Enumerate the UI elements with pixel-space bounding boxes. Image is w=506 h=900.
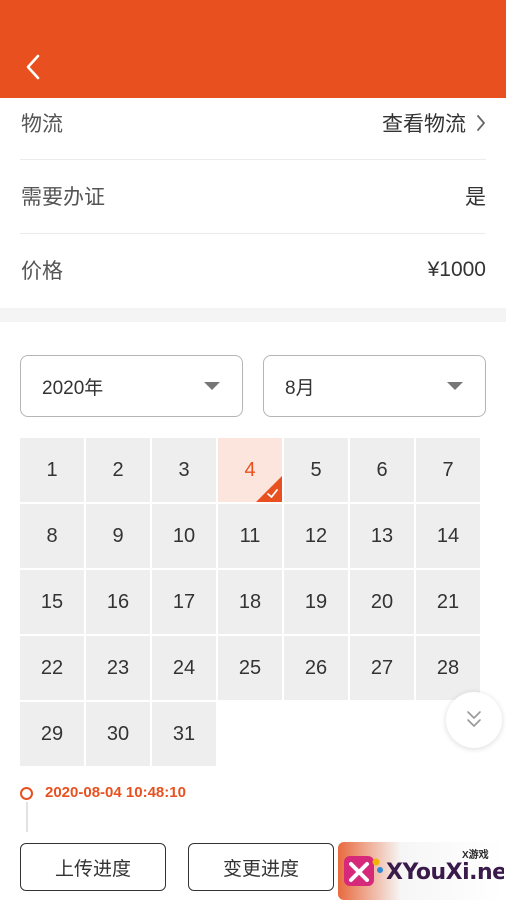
calendar-day[interactable]: 17	[152, 570, 216, 634]
calendar-day-number: 17	[172, 590, 196, 613]
year-select-value: 2020年	[42, 377, 104, 399]
calendar-day[interactable]: 7	[416, 438, 480, 502]
check-corner-icon	[256, 476, 282, 502]
month-select-value: 8月	[285, 377, 315, 399]
calendar-day[interactable]: 20	[350, 570, 414, 634]
calendar-day-number: 19	[304, 590, 328, 613]
calendar-day-selected[interactable]: 4	[218, 438, 282, 502]
calendar-day[interactable]: 13	[350, 504, 414, 568]
back-button[interactable]	[18, 50, 48, 84]
calendar-day[interactable]: 15	[20, 570, 84, 634]
year-select[interactable]: 2020年	[20, 355, 243, 417]
calendar-day-number: 6	[376, 458, 388, 481]
chevron-right-icon	[476, 114, 486, 132]
calendar-day-number: 28	[436, 656, 460, 679]
upload-progress-button[interactable]: 上传进度	[20, 843, 166, 891]
calendar-day[interactable]: 21	[416, 570, 480, 634]
calendar-day[interactable]: 24	[152, 636, 216, 700]
calendar-day[interactable]: 25	[218, 636, 282, 700]
calendar-day-number: 4	[244, 458, 256, 481]
order-info-card: 物流 查看物流 需要办证 是 价格 ¥1000	[0, 98, 506, 308]
calendar-grid: 1 2 3 4 5 6 7 8 9 10 11 12 13 14 15 16 17 18 19 20 21 22 23 24 2…	[20, 438, 482, 766]
calendar-day[interactable]: 9	[86, 504, 150, 568]
calendar-day-number: 8	[46, 524, 58, 547]
logistics-row[interactable]: 物流 查看物流	[0, 86, 506, 160]
calendar-day[interactable]: 3	[152, 438, 216, 502]
expand-button[interactable]	[446, 692, 502, 748]
chevron-left-icon	[26, 54, 40, 80]
calendar-day-number: 15	[40, 590, 64, 613]
calendar-day[interactable]: 18	[218, 570, 282, 634]
calendar-day[interactable]: 23	[86, 636, 150, 700]
certificate-label: 需要办证	[21, 186, 105, 209]
price-value: ¥1000	[427, 258, 486, 281]
calendar-day[interactable]: 12	[284, 504, 348, 568]
change-progress-button[interactable]: 变更进度	[188, 843, 334, 891]
calendar-day-number: 29	[40, 722, 64, 745]
calendar-day-number: 24	[172, 656, 196, 679]
calendar-day-number: 21	[436, 590, 460, 613]
calendar-day-number: 23	[106, 656, 130, 679]
calendar-day[interactable]: 10	[152, 504, 216, 568]
calendar-day[interactable]: 27	[350, 636, 414, 700]
calendar-day-number: 18	[238, 590, 262, 613]
view-logistics-link[interactable]: 查看物流	[382, 108, 486, 138]
calendar-day-number: 30	[106, 722, 130, 745]
calendar-day-number: 25	[238, 656, 262, 679]
calendar-day-number: 16	[106, 590, 130, 613]
calendar-day[interactable]: 5	[284, 438, 348, 502]
calendar-day-number: 12	[304, 524, 328, 547]
calendar-day-number: 10	[172, 524, 196, 547]
calendar-day[interactable]: 31	[152, 702, 216, 766]
calendar-day-number: 22	[40, 656, 64, 679]
calendar-day-number: 31	[172, 722, 196, 745]
calendar-section: 2020年 8月 1 2 3 4 5 6 7 8 9 10 11 12 13 14 15 16 17 18 19 20…	[0, 322, 506, 900]
caret-down-icon	[204, 382, 220, 390]
watermark-tag: X游戏	[462, 850, 489, 861]
certificate-value: 是	[465, 186, 486, 209]
calendar-day[interactable]: 1	[20, 438, 84, 502]
price-label: 价格	[21, 260, 63, 283]
gamepad-logo-icon	[344, 856, 383, 886]
app-header	[0, 0, 506, 98]
calendar-day[interactable]: 28	[416, 636, 480, 700]
calendar-day-number: 14	[436, 524, 460, 547]
watermark-logo: X游戏 XYouXi.net	[338, 842, 504, 900]
calendar-day-number: 1	[46, 458, 58, 481]
calendar-day[interactable]: 30	[86, 702, 150, 766]
calendar-day[interactable]: 6	[350, 438, 414, 502]
view-logistics-text: 查看物流	[382, 113, 466, 136]
caret-down-icon	[447, 382, 463, 390]
calendar-day-number: 13	[370, 524, 394, 547]
calendar-day[interactable]: 8	[20, 504, 84, 568]
calendar-day[interactable]: 2	[86, 438, 150, 502]
month-select[interactable]: 8月	[263, 355, 486, 417]
timeline-timestamp: 2020-08-04 10:48:10	[45, 784, 186, 801]
calendar-day[interactable]: 26	[284, 636, 348, 700]
calendar-day-number: 27	[370, 656, 394, 679]
calendar-day-number: 5	[310, 458, 322, 481]
price-row: 价格 ¥1000	[0, 233, 506, 307]
calendar-day-number: 3	[178, 458, 190, 481]
calendar-day-number: 20	[370, 590, 394, 613]
calendar-day[interactable]: 11	[218, 504, 282, 568]
calendar-day[interactable]: 16	[86, 570, 150, 634]
timeline-dot	[20, 787, 33, 800]
certificate-row: 需要办证 是	[0, 159, 506, 233]
calendar-day-number: 2	[112, 458, 124, 481]
calendar-day[interactable]: 14	[416, 504, 480, 568]
calendar-day-number: 11	[239, 524, 261, 547]
calendar-day[interactable]: 22	[20, 636, 84, 700]
calendar-day-number: 7	[442, 458, 454, 481]
double-chevron-down-icon	[467, 711, 481, 727]
logistics-label: 物流	[21, 113, 63, 136]
timeline-line	[25, 802, 28, 832]
calendar-day-number: 9	[112, 524, 124, 547]
calendar-day[interactable]: 29	[20, 702, 84, 766]
calendar-day[interactable]: 19	[284, 570, 348, 634]
watermark-brand: XYouXi.net	[386, 860, 504, 885]
calendar-day-number: 26	[304, 656, 328, 679]
